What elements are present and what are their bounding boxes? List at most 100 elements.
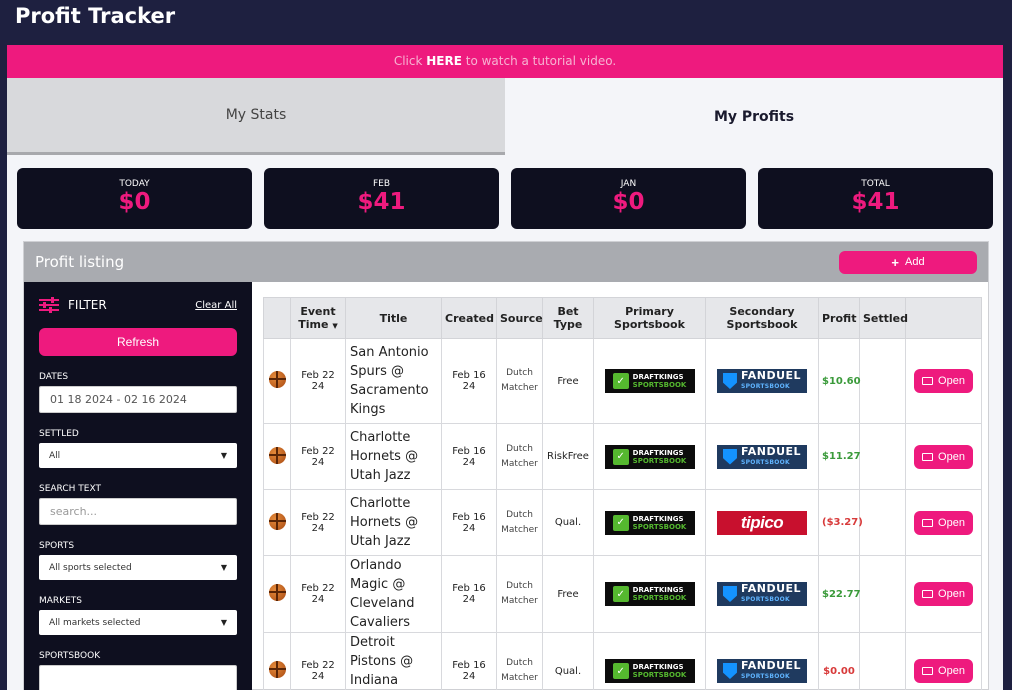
col-sport-icon: [263, 297, 291, 339]
basketball-icon: [268, 584, 286, 601]
table-row: Feb 22 24 San Antonio Spurs @ Sacramento …: [263, 338, 982, 424]
table-row: Feb 22 24Detroit Pistons @ Indiana Pacer…: [263, 632, 982, 690]
settled-label: SETTLED: [39, 429, 79, 439]
folder-open-icon: [922, 452, 934, 461]
settled-select[interactable]: All ▼: [39, 443, 237, 468]
card-label: FEB: [372, 179, 391, 189]
search-input[interactable]: search...: [39, 498, 237, 525]
col-secondary[interactable]: Secondary Sportsbook: [705, 297, 819, 339]
source-cell: Dutch Matcher: [496, 423, 543, 490]
col-actions: [905, 297, 982, 339]
col-source[interactable]: Source: [496, 297, 543, 339]
source-cell: Dutch Matcher: [496, 632, 543, 690]
card-total: TOTAL $41: [758, 168, 993, 229]
col-profit[interactable]: Profit: [818, 297, 860, 339]
fanduel-logo: FANDUEL SPORTSBOOK: [717, 659, 807, 683]
sportsbook-input[interactable]: [39, 665, 237, 690]
summary-cards: TODAY $0 FEB $41 JAN $0 TOTAL $41: [17, 168, 993, 229]
event-time-cell: Feb 22 24: [290, 423, 346, 490]
open-button[interactable]: Open: [914, 369, 973, 393]
primary-sportsbook-cell: ✓ DRAFTKINGS SPORTSBOOK: [593, 338, 706, 424]
tutorial-link[interactable]: HERE: [426, 54, 462, 68]
col-created[interactable]: Created: [441, 297, 497, 339]
banner-prefix: Click: [393, 54, 427, 68]
fanduel-logo: FANDUEL SPORTSBOOK: [717, 369, 807, 393]
clear-all-link[interactable]: Clear All: [195, 300, 237, 311]
col-settled[interactable]: Settled: [859, 297, 908, 339]
markets-select[interactable]: All markets selected ▼: [39, 610, 237, 635]
sports-select[interactable]: All sports selected ▼: [39, 555, 237, 580]
card-feb: FEB $41: [264, 168, 499, 229]
primary-sportsbook-cell: ✓ DRAFTKINGS SPORTSBOOK: [593, 632, 706, 690]
fanduel-shield-icon: [722, 586, 737, 602]
card-label: TODAY: [119, 179, 150, 189]
table-row: Feb 22 24 Charlotte Hornets @ Utah Jazz Fe…: [263, 489, 982, 556]
filter-title: FILTER: [39, 297, 107, 313]
sport-cell: [263, 423, 291, 490]
fanduel-shield-icon: [722, 373, 737, 389]
add-label: Add: [905, 256, 925, 268]
fanduel-logo: FANDUEL SPORTSBOOK: [717, 582, 807, 606]
col-primary[interactable]: Primary Sportsbook: [593, 297, 706, 339]
primary-sportsbook-cell: ✓ DRAFTKINGS SPORTSBOOK: [593, 555, 706, 633]
banner-suffix: to watch a tutorial video.: [461, 54, 617, 68]
title-cell: Detroit Pistons @ Indiana Pacers: [345, 632, 442, 690]
primary-sportsbook-cell: ✓ DRAFTKINGS SPORTSBOOK: [593, 423, 706, 490]
sport-cell: [263, 338, 291, 424]
sports-value: All sports selected: [49, 562, 132, 573]
col-bet-type[interactable]: Bet Type: [542, 297, 594, 339]
tab-bar: My Stats My Profits: [7, 78, 1003, 155]
open-button[interactable]: Open: [914, 659, 973, 683]
sports-label: SPORTS: [39, 541, 75, 551]
secondary-sportsbook-cell: FANDUEL SPORTSBOOK: [705, 555, 819, 633]
draftkings-logo: ✓ DRAFTKINGS SPORTSBOOK: [604, 659, 695, 683]
card-value: $41: [851, 189, 900, 215]
secondary-sportsbook-cell: FANDUEL SPORTSBOOK: [705, 423, 819, 490]
app-title: Profit Tracker: [15, 4, 176, 28]
refresh-button[interactable]: Refresh: [39, 328, 237, 356]
table-row: Feb 22 24 Orlando Magic @ Cleveland Caval…: [263, 555, 982, 633]
settled-cell: [859, 489, 906, 556]
profit-cell: $10.60: [818, 338, 861, 424]
filter-label: FILTER: [68, 298, 107, 312]
tab-my-profits[interactable]: My Profits: [505, 78, 1003, 155]
search-label: SEARCH TEXT: [39, 484, 101, 494]
event-time-cell: Feb 22 24: [290, 632, 346, 690]
tipico-logo: tipico: [717, 510, 807, 535]
actions-cell: Open: [905, 555, 982, 633]
tab-my-stats[interactable]: My Stats: [7, 78, 505, 155]
event-time-cell: Feb 22 24: [290, 555, 346, 633]
actions-cell: Open: [905, 489, 982, 556]
tutorial-banner: Click HERE to watch a tutorial video.: [7, 45, 1003, 78]
dates-input[interactable]: 01 18 2024 - 02 16 2024: [39, 386, 237, 413]
event-time-cell: Feb 22 24: [290, 489, 346, 556]
add-button[interactable]: + Add: [839, 250, 977, 274]
profit-listing: Profit listing + Add FILTER Clear All Re…: [23, 241, 989, 690]
open-button[interactable]: Open: [914, 444, 973, 469]
bet-type-cell: Free: [542, 338, 594, 424]
basketball-icon: [268, 446, 286, 464]
card-jan: JAN $0: [511, 168, 746, 229]
sport-cell: [263, 632, 291, 690]
sportsbook-label: SPORTSBOOK: [39, 651, 101, 661]
col-title[interactable]: Title: [345, 297, 442, 339]
col-event-time[interactable]: Event Time ▼: [290, 297, 346, 339]
source-cell: Dutch Matcher: [496, 489, 543, 556]
caret-down-icon: ▼: [220, 563, 227, 572]
draftkings-mark-icon: ✓: [612, 448, 629, 465]
open-button[interactable]: Open: [914, 582, 973, 606]
card-value: $0: [118, 189, 151, 215]
profit-cell: $11.27: [818, 423, 861, 490]
profit-table: Event Time ▼ Title Created Source Bet Ty…: [263, 297, 982, 690]
draftkings-mark-icon: ✓: [612, 586, 629, 602]
bet-type-cell: Qual.: [542, 489, 594, 556]
draftkings-logo: ✓ DRAFTKINGS SPORTSBOOK: [604, 582, 695, 606]
plus-icon: +: [891, 254, 899, 270]
secondary-sportsbook-cell: tipico: [705, 489, 819, 556]
draftkings-logo: ✓ DRAFTKINGS SPORTSBOOK: [604, 444, 695, 469]
fanduel-shield-icon: [722, 448, 737, 465]
fanduel-shield-icon: [722, 663, 737, 679]
open-button[interactable]: Open: [914, 510, 973, 535]
table-row: Feb 22 24 Charlotte Hornets @ Utah Jazz Fe…: [263, 423, 982, 490]
bet-type-cell: Qual.: [542, 632, 594, 690]
